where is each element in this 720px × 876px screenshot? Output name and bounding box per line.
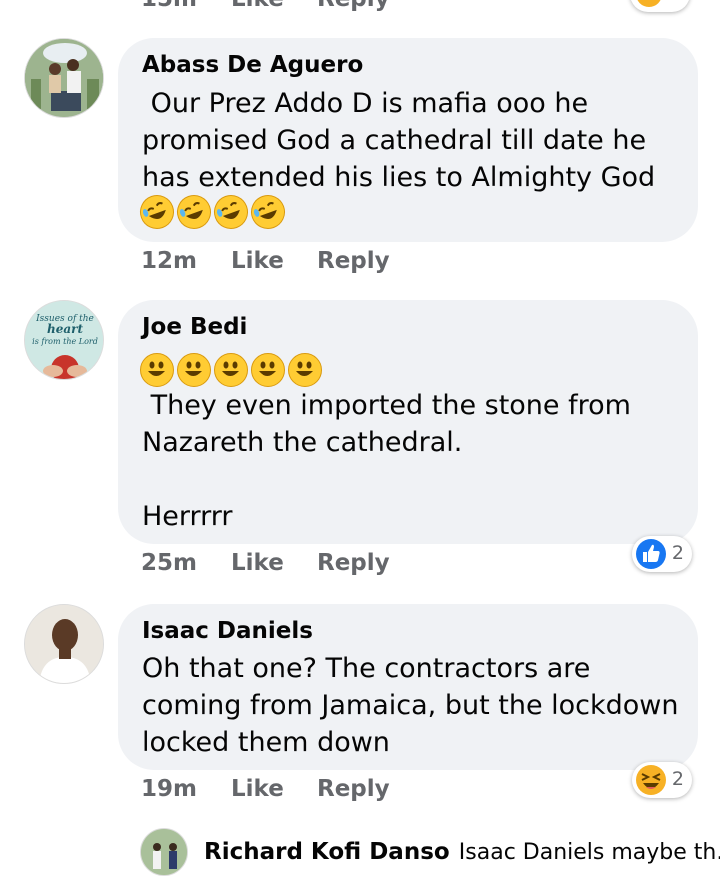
comment-author[interactable]: Abass De Aguero <box>142 52 363 78</box>
emoji-row <box>140 353 330 389</box>
avatar[interactable] <box>24 38 104 118</box>
prev-comment-meta: 15m Like Reply <box>141 0 401 16</box>
comment-time: 19m <box>141 776 197 802</box>
comment-bubble[interactable]: Joe Bedi They even imported the stone fr… <box>118 300 698 544</box>
comment-bubble[interactable]: Abass De Aguero Our Prez Addo D is mafia… <box>118 38 698 242</box>
avatar[interactable] <box>24 604 104 684</box>
comment-meta: 12m Like Reply <box>141 248 401 278</box>
rofl-emoji <box>246 190 290 234</box>
svg-text:is from the Lord: is from the Lord <box>32 337 98 346</box>
avatar-photo <box>141 829 187 875</box>
like-button[interactable]: Like <box>231 248 284 274</box>
reply-preview[interactable]: Richard Kofi Danso Isaac Daniels maybe t… <box>204 839 720 871</box>
rofl-emoji <box>172 190 216 234</box>
comment-text: Our Prez Addo D is mafia ooo he promised… <box>142 88 656 193</box>
laughing-emoji-icon <box>637 0 661 7</box>
thumbs-up-icon <box>636 539 666 569</box>
reaction-badge[interactable]: 2 <box>632 536 692 572</box>
grinning-emoji <box>214 353 248 387</box>
rofl-emoji <box>135 190 179 234</box>
reaction-badge[interactable]: 2 <box>632 762 692 798</box>
grinning-emoji <box>140 353 174 387</box>
reaction-count: 2 <box>671 768 684 790</box>
laughing-squint-emoji <box>636 765 666 795</box>
comment-time: 12m <box>141 248 197 274</box>
comment-author[interactable]: Isaac Daniels <box>142 618 313 644</box>
reply-author[interactable]: Richard Kofi Danso <box>204 839 450 865</box>
comment-author[interactable]: Joe Bedi <box>142 314 247 340</box>
reply-button[interactable]: Reply <box>317 0 390 12</box>
like-button[interactable]: Like <box>231 776 284 802</box>
prev-reaction-badge[interactable] <box>630 0 690 12</box>
comment-bubble[interactable]: Isaac Daniels Oh that one? The contracto… <box>118 604 698 770</box>
svg-text:heart: heart <box>47 322 83 336</box>
reply-button[interactable]: Reply <box>317 248 390 274</box>
like-button[interactable]: Like <box>231 0 284 12</box>
reaction-count: 2 <box>671 542 684 564</box>
comment-time: 15m <box>141 0 197 12</box>
avatar-photo <box>25 605 103 683</box>
avatar[interactable]: Issues of the heart is from the Lord <box>24 300 104 380</box>
reply-snippet: Isaac Daniels maybe th... <box>458 840 720 865</box>
comment-meta: 25m Like Reply <box>141 550 401 580</box>
comment-text: Oh that one? The contractors are coming … <box>142 653 688 758</box>
reply-button[interactable]: Reply <box>317 550 390 576</box>
reply-button[interactable]: Reply <box>317 776 390 802</box>
like-button[interactable]: Like <box>231 550 284 576</box>
rofl-emoji <box>209 190 253 234</box>
comment-time: 25m <box>141 550 197 576</box>
emoji-row <box>135 190 290 234</box>
comment-text: They even imported the stone from Nazare… <box>142 390 631 532</box>
reply-avatar[interactable] <box>140 828 188 876</box>
grinning-emoji <box>251 353 285 387</box>
avatar-photo: Issues of the heart is from the Lord <box>25 301 103 379</box>
grinning-emoji <box>177 353 211 387</box>
avatar-photo <box>25 39 103 117</box>
grinning-emoji <box>288 353 322 387</box>
comment-meta: 19m Like Reply <box>141 776 401 806</box>
